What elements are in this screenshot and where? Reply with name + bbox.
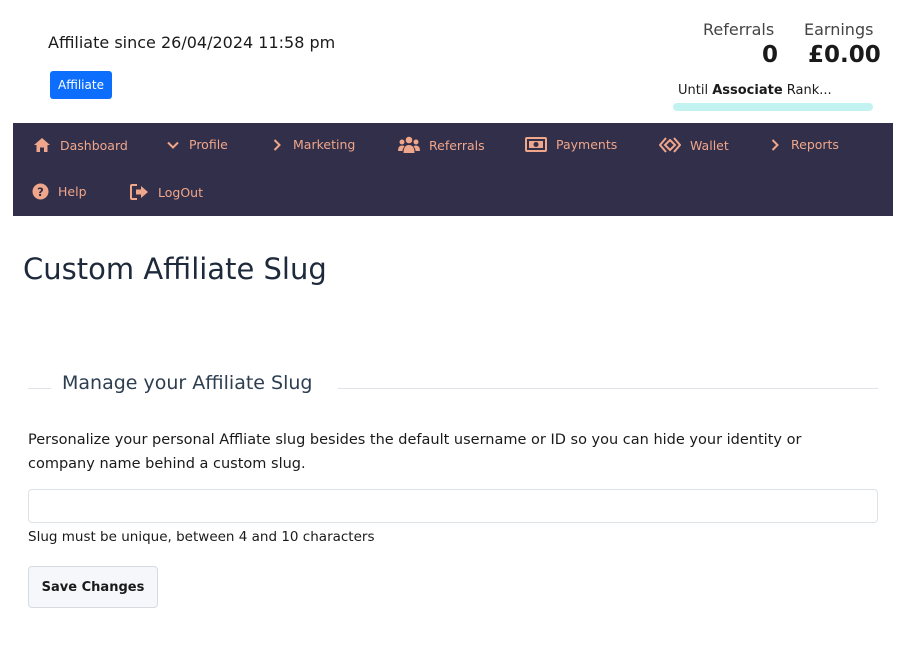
nav-label: Marketing [293, 137, 356, 152]
save-button[interactable]: Save Changes [28, 566, 158, 608]
rank-progress-bar [673, 103, 873, 111]
nav-label: Wallet [690, 137, 729, 153]
svg-text:?: ? [37, 185, 44, 199]
slug-hint: Slug must be unique, between 4 and 10 ch… [28, 529, 375, 545]
rank-name: Associate [712, 83, 783, 98]
nav-label: Dashboard [60, 137, 128, 153]
chevron-right-icon [273, 138, 281, 151]
users-icon [398, 136, 420, 153]
section-description: Personalize your personal Affliate slug … [28, 432, 802, 472]
nav-label: LogOut [158, 184, 203, 200]
chevron-down-icon [167, 141, 179, 149]
nav-label: Help [58, 184, 87, 199]
referrals-count: 0 [762, 42, 779, 68]
question-circle-icon: ? [32, 183, 49, 200]
rank-prefix: Until [678, 83, 709, 98]
rank-progress-text: Until Associate Rank... [678, 83, 832, 98]
nav-item-referrals[interactable]: Referrals [398, 136, 485, 154]
divider [338, 388, 878, 389]
nav-item-payments[interactable]: Payments [525, 137, 617, 152]
slug-input[interactable] [28, 489, 878, 523]
nav-label: Payments [556, 137, 618, 152]
nav-item-logout[interactable]: LogOut [130, 184, 203, 200]
nav-item-dashboard[interactable]: Dashboard [33, 137, 128, 153]
nav-item-help[interactable]: ? Help [32, 183, 87, 200]
nav-label: Reports [791, 137, 839, 152]
rank-suffix: Rank... [786, 83, 832, 98]
earnings-label: Earnings [804, 20, 874, 39]
nav-label: Referrals [429, 137, 485, 153]
nav-item-marketing[interactable]: Marketing [270, 137, 355, 152]
money-bill-icon [525, 137, 547, 152]
main-nav: Dashboard Profile Marketing Referrals Pa… [13, 123, 893, 216]
nav-item-wallet[interactable]: Wallet [659, 137, 729, 153]
affiliate-badge: Affiliate [50, 71, 112, 99]
affiliate-since-text: Affiliate since 26/04/2024 11:58 pm [48, 33, 336, 52]
sign-out-icon [130, 184, 148, 200]
page-title: Custom Affiliate Slug [23, 252, 327, 286]
referrals-label: Referrals [703, 20, 775, 39]
chevron-right-icon [771, 138, 779, 151]
divider [28, 388, 51, 389]
nav-item-profile[interactable]: Profile [166, 137, 228, 152]
earnings-amount: £0.00 [808, 42, 881, 68]
section-legend: Manage your Affiliate Slug [62, 372, 313, 394]
nav-label: Profile [189, 137, 228, 152]
nav-item-reports[interactable]: Reports [768, 137, 839, 152]
home-icon [34, 138, 50, 152]
diamond-icon [659, 137, 681, 153]
